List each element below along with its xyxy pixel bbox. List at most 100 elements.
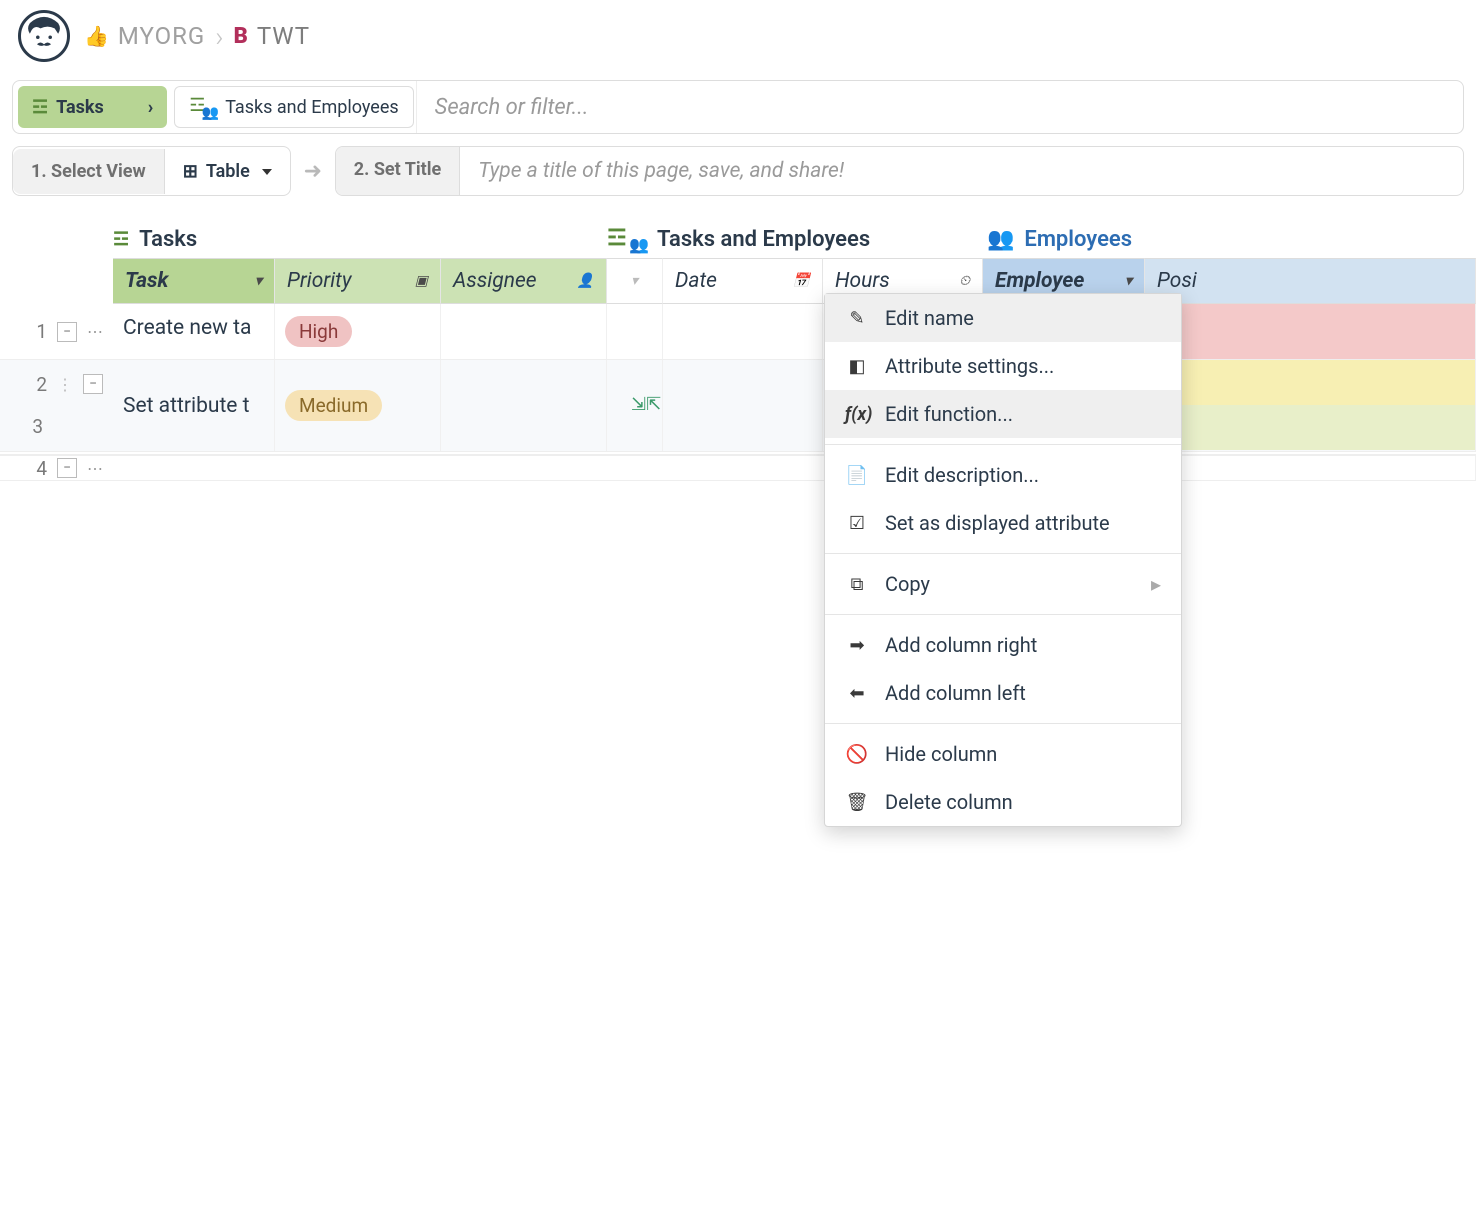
bold-b-icon: B [234,24,249,49]
tasks-icon: ☲ [113,229,129,250]
title-input[interactable]: Type a title of this page, save, and sha… [460,147,1463,195]
select-icon: ▣ [415,273,428,289]
tab-tasks-employees[interactable]: ☲ 👥 Tasks and Employees [174,86,413,128]
col-assignee[interactable]: Assignee👤 [441,258,607,304]
group-te-label: Tasks and Employees [657,227,870,252]
menu-hide-column[interactable]: 🚫Hide column [825,730,1181,778]
cell-task[interactable]: Create new ta [113,304,275,359]
view-type-dropdown[interactable]: ⊞ Table [164,149,290,194]
calendar-icon: 📅 [793,273,810,289]
trash-icon: 🗑 [845,792,869,813]
priority-badge: High [285,316,352,347]
menu-label: Hide column [885,742,997,766]
cell-task[interactable]: Set attribute t [113,360,275,451]
menu-label: Set as displayed attribute [885,511,1110,535]
menu-edit-function[interactable]: ƒ(x)Edit function... [825,390,1181,438]
col-task-label: Task [125,269,168,293]
col-date-label: Date [675,269,717,293]
caret-down-icon [258,161,272,182]
cell-blank[interactable] [607,304,663,359]
table-row: 4 − ⋯ [0,454,1476,481]
group-tasks-employees[interactable]: ☲ 👥 Tasks and Employees [607,226,987,252]
menu-copy[interactable]: ⧉Copy▸ [825,560,1181,608]
tab-tasks-label: Tasks [56,97,104,118]
tasks-icon: ☲ [32,97,48,118]
cell-assignee[interactable] [441,304,607,359]
project-label: TWT [257,22,310,50]
org-label: MYORG [118,22,205,50]
cell-position[interactable]: Pr Pl [1145,360,1476,451]
cell-position[interactable]: M [1145,304,1476,359]
menu-label: Edit description... [885,463,1039,487]
cell-date[interactable] [663,304,823,359]
collapse-icon[interactable]: − [57,322,77,342]
shapes-icon: ◧ [845,356,869,377]
drag-handle-icon[interactable]: ⋮ [57,375,73,394]
breadcrumb-project[interactable]: B TWT [234,22,310,50]
menu-attribute-settings[interactable]: ◧Attribute settings... [825,342,1181,390]
menu-add-column-right[interactable]: ➡Add column right [825,621,1181,669]
collapse-arrows-icon[interactable]: ⇲⇱ [631,394,661,415]
title-placeholder: Type a title of this page, save, and sha… [478,159,844,183]
group-tasks[interactable]: ☲ Tasks [113,226,607,252]
group-emp-label: Employees [1024,227,1132,252]
menu-separator [825,723,1181,724]
group-tasks-label: Tasks [139,227,197,252]
edit-icon: ✎ [845,308,869,329]
tasks-employees-icon: ☲ 👥 [189,95,217,119]
search-input[interactable]: Search or filter... [416,81,1463,133]
group-employees[interactable]: 👥 Employees [987,226,1132,252]
row-gutter: 2 ⋮ − 3 [0,360,113,451]
menu-add-column-left[interactable]: ⬅Add column left [825,669,1181,717]
step1-label: 1. Select View [13,149,164,194]
menu-separator [825,444,1181,445]
col-priority-label: Priority [287,269,351,293]
duration-icon: ⏲ [959,273,970,289]
col-date[interactable]: Date 📅 [663,258,823,304]
collapse-icon[interactable]: − [57,458,77,478]
cell-priority[interactable]: High [275,304,441,359]
tasks-employees-icon: ☲ 👥 [607,226,647,252]
table-row: 2 ⋮ − 3 Set attribute t Medium ⇲⇱ Pr [0,360,1476,452]
grid: ☲ Tasks ☲ 👥 Tasks and Employees 👥 Employ… [0,226,1476,481]
col-task[interactable]: Task ▾ [113,258,275,304]
empty-cell[interactable] [113,456,1476,480]
cell-date[interactable] [663,360,823,451]
menu-set-displayed[interactable]: ☑ Set as displayed attribute [825,499,1181,547]
tab-te-label: Tasks and Employees [225,97,398,118]
avatar[interactable] [18,10,70,62]
row-gutter: 4 − ⋯ [0,456,113,480]
row-number: 3 [32,415,43,438]
thumbs-up-icon: 👍 [84,24,110,48]
col-blank[interactable]: ▾ [607,258,663,304]
more-icon[interactable]: ⋯ [87,322,103,341]
cell-priority[interactable]: Medium [275,360,441,451]
menu-edit-name[interactable]: ✎ Edit name [825,294,1181,342]
menu-label: Delete column [885,790,1013,814]
step2-label: 2. Set Title [336,147,460,195]
caret-down-icon: ▾ [255,273,262,289]
col-position[interactable]: Posi [1145,258,1476,304]
more-icon[interactable]: ⋯ [87,459,103,478]
cell-blank[interactable]: ⇲⇱ [607,360,663,451]
menu-edit-description[interactable]: 📄Edit description... [825,451,1181,499]
col-assignee-label: Assignee [453,269,537,293]
menu-separator [825,614,1181,615]
breadcrumb-org[interactable]: 👍 MYORG [84,22,205,50]
cell-assignee[interactable] [441,360,607,451]
menu-delete-column[interactable]: 🗑 Delete column [825,778,1181,826]
col-position-label: Posi [1157,269,1197,293]
col-priority[interactable]: Priority ▣ [275,258,441,304]
search-placeholder: Search or filter... [435,95,589,120]
position-value: Pr [1145,360,1475,405]
row-gutter: 1 − ⋯ [0,304,113,359]
menu-label: Edit name [885,306,974,330]
people-icon: 👥 [987,227,1014,252]
step-2: 2. Set Title Type a title of this page, … [335,146,1464,196]
tab-tasks[interactable]: ☲ Tasks › [18,86,167,128]
view-type-label: Table [206,161,250,182]
checkbox-checked-icon: ☑ [845,513,869,534]
menu-label: Edit function... [885,402,1013,426]
collapse-icon[interactable]: − [83,374,103,394]
position-value: Pl [1145,405,1475,450]
